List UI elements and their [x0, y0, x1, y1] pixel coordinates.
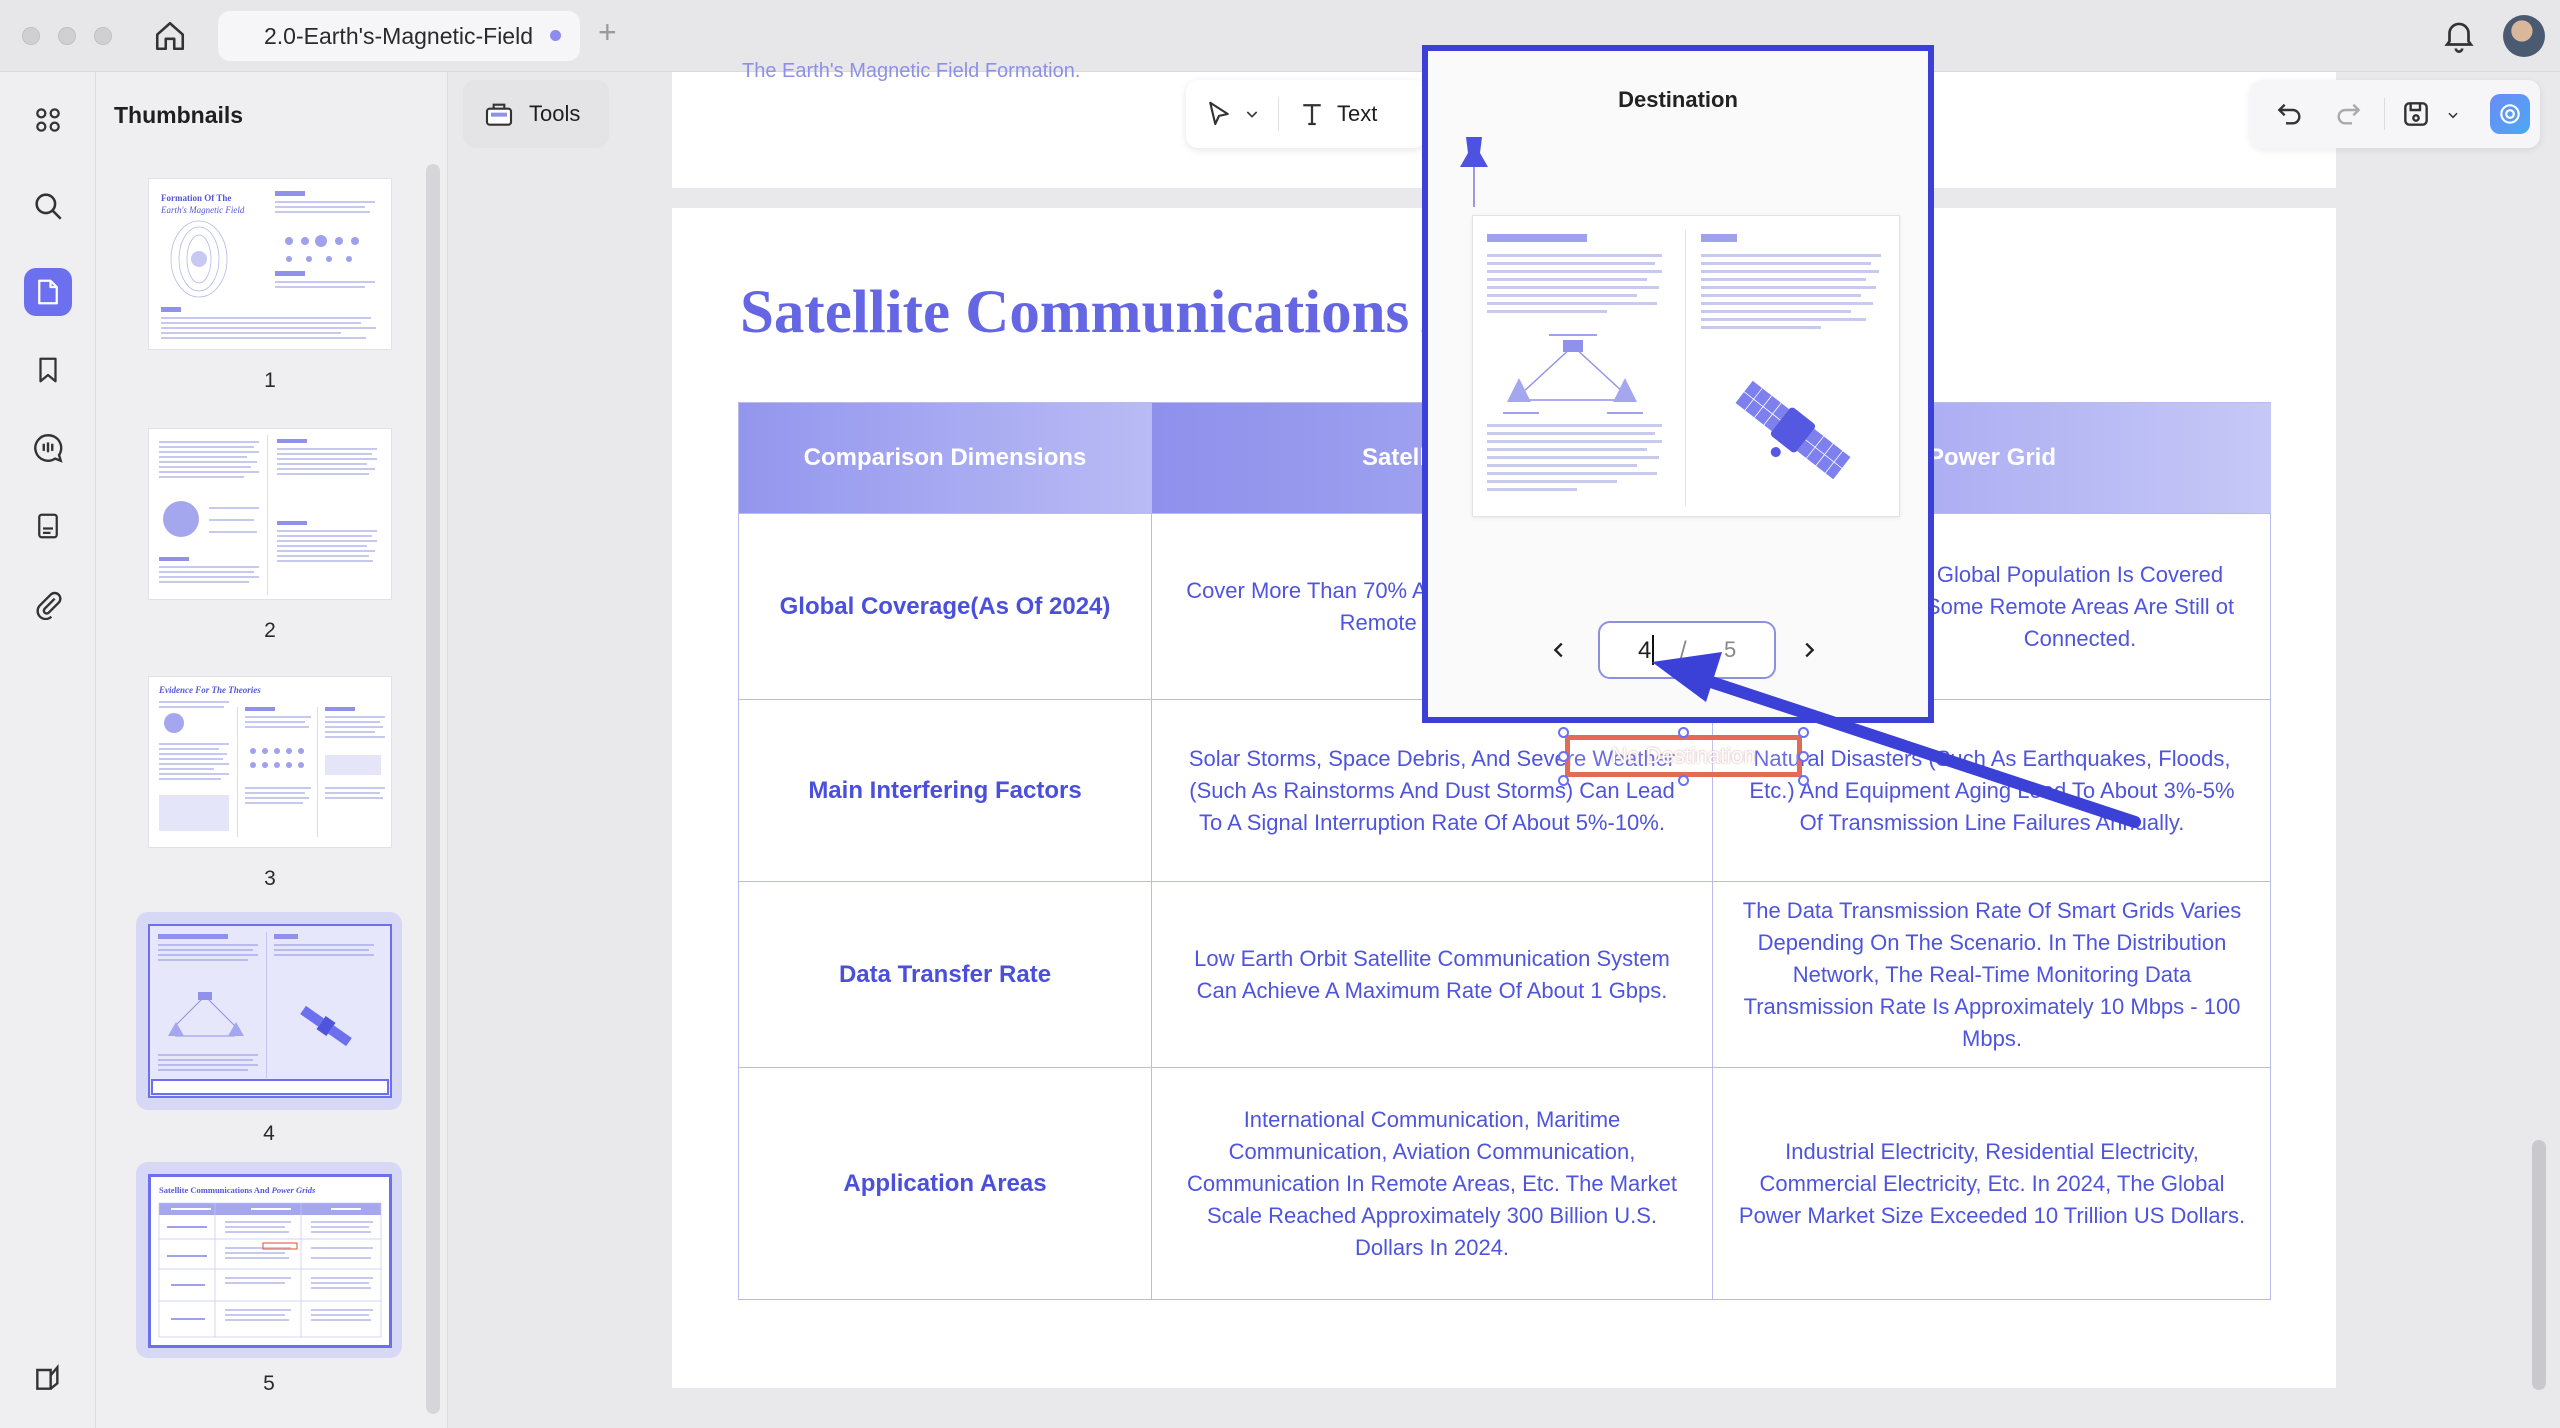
- document-scrollbar[interactable]: [2532, 1140, 2546, 1390]
- arrow-annotation: [1652, 652, 2141, 828]
